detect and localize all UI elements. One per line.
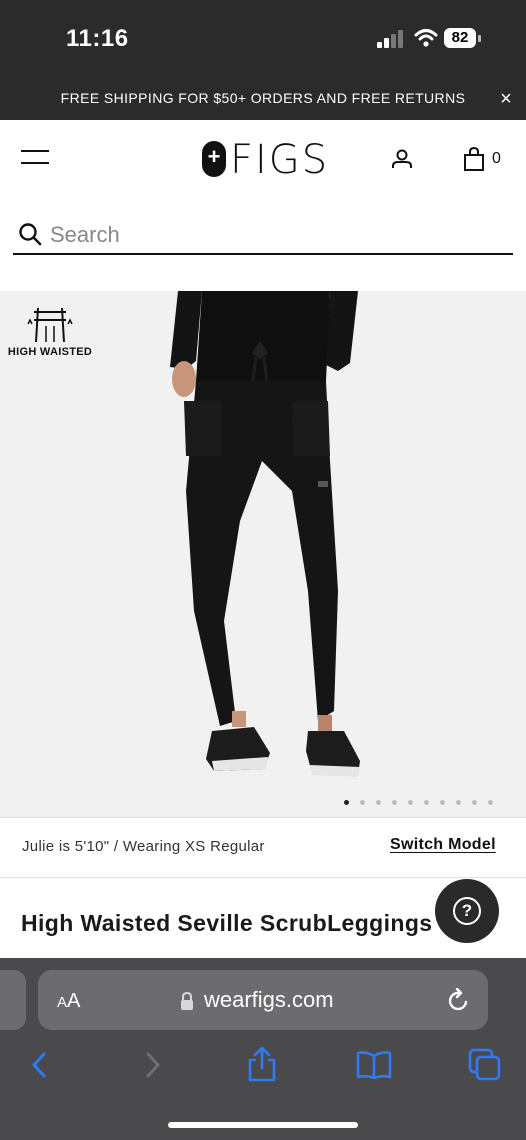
carousel-dot[interactable]: [344, 800, 349, 805]
figs-logo[interactable]: + FIGS: [200, 137, 330, 183]
home-indicator: [168, 1122, 358, 1128]
shopping-bag-icon[interactable]: [463, 147, 485, 171]
logo-plus: +: [207, 144, 221, 169]
help-icon: ?: [453, 897, 481, 925]
help-button[interactable]: ?: [435, 879, 499, 943]
divider: [0, 877, 526, 878]
carousel-dot[interactable]: [376, 800, 381, 805]
lock-icon: [181, 992, 193, 1010]
model-photo: [170, 291, 360, 777]
switch-model-link[interactable]: Switch Model: [390, 836, 496, 854]
bookmarks-icon[interactable]: [356, 1050, 392, 1080]
carousel-dot[interactable]: [360, 800, 365, 805]
image-carousel-dots[interactable]: [344, 800, 494, 808]
battery-indicator: 82: [444, 28, 482, 50]
reload-icon[interactable]: [448, 988, 470, 1012]
carousel-dot[interactable]: [488, 800, 493, 805]
text-size-button[interactable]: AA: [57, 990, 80, 1013]
carousel-dot[interactable]: [440, 800, 445, 805]
url-text[interactable]: wearfigs.com: [204, 987, 334, 1013]
wifi-icon: [414, 29, 438, 47]
back-icon[interactable]: [28, 1050, 50, 1080]
product-title: High Waisted Seville ScrubLeggings: [21, 910, 433, 936]
carousel-dot[interactable]: [392, 800, 397, 805]
product-image[interactable]: [0, 291, 526, 817]
carousel-dot[interactable]: [424, 800, 429, 805]
close-icon[interactable]: ×: [497, 88, 515, 110]
search-input[interactable]: [50, 218, 510, 252]
battery-level: 82: [451, 29, 469, 46]
cart-count[interactable]: 0: [492, 150, 501, 168]
account-icon[interactable]: [390, 147, 414, 171]
search-underline: [13, 253, 513, 255]
logo-text: FIGS: [230, 137, 330, 183]
carousel-dot[interactable]: [456, 800, 461, 805]
promo-text: FREE SHIPPING FOR $50+ ORDERS AND FREE R…: [60, 90, 466, 106]
cellular-signal-icon: [377, 30, 403, 48]
forward-icon[interactable]: [142, 1050, 164, 1080]
carousel-dot[interactable]: [472, 800, 477, 805]
high-waisted-label: HIGH WAISTED: [7, 346, 93, 358]
previous-tab-preview[interactable]: [0, 970, 26, 1030]
hamburger-icon[interactable]: [21, 150, 49, 168]
model-info: Julie is 5'10" / Wearing XS Regular: [22, 838, 265, 855]
search-icon[interactable]: [18, 222, 42, 246]
tabs-icon[interactable]: [468, 1048, 502, 1082]
carousel-dot[interactable]: [408, 800, 413, 805]
share-icon[interactable]: [246, 1046, 278, 1082]
divider: [0, 817, 526, 818]
status-time: 11:16: [66, 25, 129, 52]
